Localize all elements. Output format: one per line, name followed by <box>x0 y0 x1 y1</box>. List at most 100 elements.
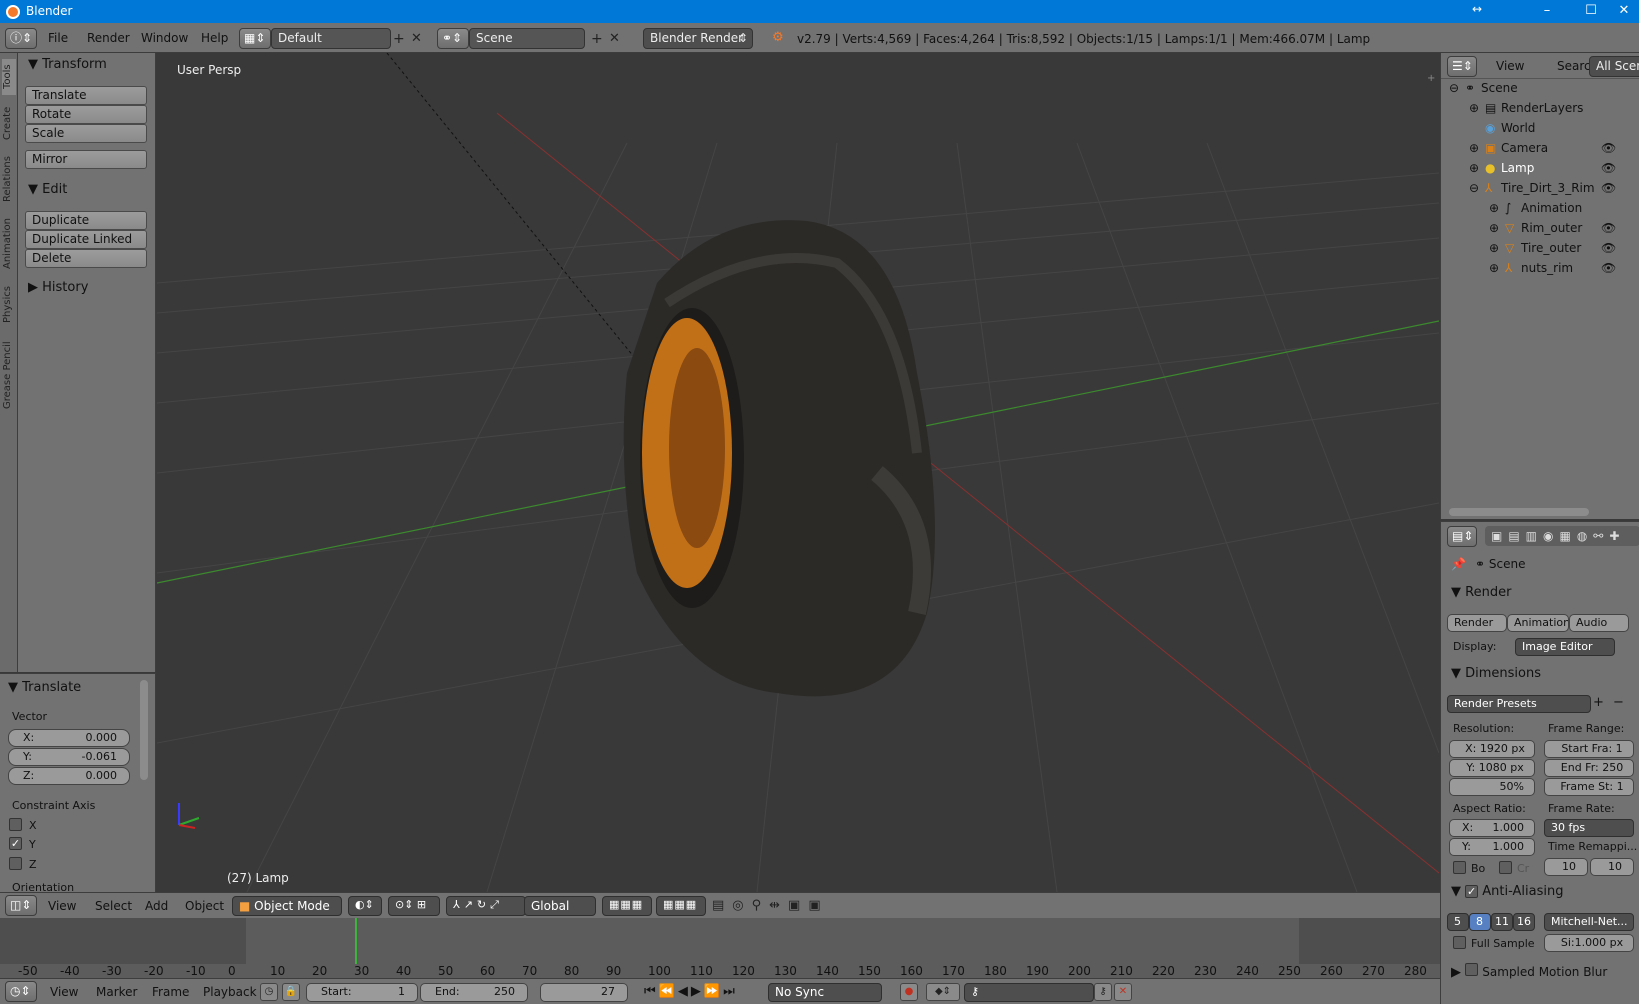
menu-window[interactable]: Window <box>141 31 188 45</box>
current-frame-marker[interactable] <box>355 918 357 964</box>
frame-start-field[interactable]: Start Fra: 1 <box>1544 740 1634 758</box>
view-menu[interactable]: View <box>48 899 76 913</box>
start-frame-field[interactable]: Start: 1 <box>306 983 418 1002</box>
snap-and-render-icons[interactable]: ▤◎⚲⇹▣▣ <box>712 898 829 913</box>
render-presets-select[interactable]: Render Presets <box>1447 695 1591 713</box>
menu-render[interactable]: Render <box>87 31 130 45</box>
vector-x-field[interactable]: X: 0.000 <box>8 729 130 747</box>
operator-panel-header[interactable]: ▼ Translate <box>8 680 81 695</box>
constraint-y-checkbox[interactable]: ✓ <box>9 837 22 850</box>
render-audio-button[interactable]: Audio <box>1569 614 1629 632</box>
tab-create[interactable]: Create <box>2 101 16 145</box>
constraint-x-checkbox[interactable] <box>9 818 22 831</box>
current-frame-field[interactable]: 27 <box>540 983 628 1002</box>
viewport-shading-select[interactable]: ◐⇕ <box>348 896 382 916</box>
transform-panel-header[interactable]: ▼ Transform <box>28 57 107 72</box>
vector-y-field[interactable]: Y: -0.061 <box>8 748 130 766</box>
delete-keyframe-icon[interactable]: ✕ <box>1114 983 1132 1001</box>
outliner-item-scene[interactable]: ⊖ ⚭ Scene <box>1441 81 1639 101</box>
editor-type-3d-icon[interactable]: ◫⇕ <box>5 895 37 916</box>
maximize-button[interactable]: ☐ <box>1571 0 1611 23</box>
aa-samples-11[interactable]: 11 <box>1491 913 1513 931</box>
keying-set-icon[interactable]: ◆⇕ <box>926 983 960 1001</box>
select-menu[interactable]: Select <box>95 899 132 913</box>
end-frame-field[interactable]: End: 250 <box>420 983 528 1002</box>
outliner-item-tire-outer[interactable]: ⊕ ▽ Tire_outer 👁 <box>1441 241 1639 261</box>
operator-scrollbar[interactable] <box>140 680 148 780</box>
editor-type-info-icon[interactable]: ⓘ⇕ <box>5 28 37 49</box>
add-menu[interactable]: Add <box>145 899 168 913</box>
add-preset-icon[interactable]: + <box>1593 695 1604 710</box>
scene-field[interactable]: Scene <box>469 28 585 49</box>
render-still-button[interactable]: Render <box>1447 614 1507 632</box>
remap-old-field[interactable]: 10 <box>1544 858 1588 876</box>
outliner-item-camera[interactable]: ⊕ ▣ Camera 👁 <box>1441 141 1639 161</box>
outliner-item-renderlayers[interactable]: ⊕ ▤ RenderLayers <box>1441 101 1639 121</box>
playback-controls-icons[interactable]: ⏮⏪◀▶⏩⏭ <box>644 984 738 999</box>
add-scene-icon[interactable]: + <box>591 31 603 47</box>
tire-model[interactable] <box>623 220 935 697</box>
screen-layout-field[interactable]: Default <box>271 28 391 49</box>
frame-step-field[interactable]: Frame St: 1 <box>1544 778 1634 796</box>
render-panel-header[interactable]: ▼ Render <box>1451 585 1511 600</box>
minimize-button[interactable]: – <box>1527 0 1567 23</box>
outliner-display-select[interactable]: All Scenes <box>1589 56 1639 77</box>
outliner-item-tire[interactable]: ⊖ ⅄ Tire_Dirt_3_Rim 👁 <box>1441 181 1639 201</box>
tab-relations[interactable]: Relations <box>2 151 16 207</box>
border-checkbox[interactable] <box>1453 861 1466 874</box>
aa-samples-8[interactable]: 8 <box>1469 913 1491 931</box>
resolution-percent-field[interactable]: 50% <box>1449 778 1535 796</box>
scene-icon[interactable]: ⚭⇕ <box>437 28 469 49</box>
marker-menu[interactable]: Marker <box>96 985 137 999</box>
outliner-item-rim-outer[interactable]: ⊕ ▽ Rim_outer 👁 <box>1441 221 1639 241</box>
display-select[interactable]: Image Editor <box>1515 638 1615 656</box>
remove-scene-icon[interactable]: ✕ <box>609 31 620 46</box>
layer-buttons-1[interactable]: ▦▦▦ <box>602 896 652 916</box>
render-animation-button[interactable]: Animation <box>1507 614 1569 632</box>
aa-samples-5[interactable]: 5 <box>1447 913 1469 931</box>
lock-icon[interactable]: 🔒 <box>282 983 300 1001</box>
frame-end-field[interactable]: End Fr: 250 <box>1544 759 1634 777</box>
anti-aliasing-panel-header[interactable]: ▼ ✓ Anti-Aliasing <box>1451 884 1564 899</box>
filter-size-field[interactable]: Si:1.000 px <box>1544 934 1634 952</box>
scale-button[interactable]: Scale <box>25 124 147 143</box>
frame-rate-select[interactable]: 30 fps <box>1544 819 1634 837</box>
remap-new-field[interactable]: 10 <box>1590 858 1634 876</box>
resolution-y-field[interactable]: Y: 1080 px <box>1449 759 1535 777</box>
3d-viewport[interactable]: User Persp (27) Lamp + <box>157 53 1439 892</box>
tab-animation[interactable]: Animation <box>2 213 16 275</box>
rotate-button[interactable]: Rotate <box>25 105 147 124</box>
screen-layout-icon[interactable]: ▦⇕ <box>239 28 271 49</box>
tab-physics[interactable]: Physics <box>2 281 16 329</box>
translate-button[interactable]: Translate <box>25 86 147 105</box>
properties-context-tabs[interactable]: ▣▤▥◉▦◍⚯✚ <box>1485 526 1639 546</box>
crop-checkbox[interactable] <box>1499 861 1512 874</box>
sync-mode-select[interactable]: No Sync <box>768 983 882 1002</box>
eye-icon[interactable]: 👁 <box>1601 221 1616 235</box>
add-layout-icon[interactable]: + <box>393 31 405 47</box>
close-button[interactable]: ✕ <box>1609 0 1639 23</box>
menu-help[interactable]: Help <box>201 31 228 45</box>
remove-preset-icon[interactable]: − <box>1613 695 1624 710</box>
outliner-item-animation[interactable]: ⊕ ∫ Animation <box>1441 201 1639 221</box>
frame-menu[interactable]: Frame <box>152 985 189 999</box>
transform-orientation-select[interactable]: Global <box>524 896 596 916</box>
active-keying-set-field[interactable]: ⚷ <box>964 983 1094 1002</box>
outliner-view-menu[interactable]: View <box>1496 59 1524 73</box>
anti-aliasing-checkbox[interactable]: ✓ <box>1465 885 1479 898</box>
duplicate-button[interactable]: Duplicate <box>25 211 147 230</box>
motion-blur-checkbox[interactable] <box>1465 963 1479 976</box>
record-icon[interactable]: ● <box>900 983 918 1001</box>
pivot-point-select[interactable]: ⊙⇕ ⊞ <box>388 896 440 916</box>
vector-z-field[interactable]: Z: 0.000 <box>8 767 130 785</box>
manipulator-toggles[interactable]: ⅄↗↻⤢ <box>446 896 526 916</box>
motion-blur-panel-header[interactable]: ▶ Sampled Motion Blur <box>1451 963 1607 980</box>
full-sample-checkbox[interactable] <box>1453 936 1466 949</box>
outliner-editor-icon[interactable]: ☰⇕ <box>1447 56 1477 77</box>
tab-tools[interactable]: Tools <box>2 59 16 95</box>
history-panel-header[interactable]: ▶ History <box>28 280 88 295</box>
constraint-z-checkbox[interactable] <box>9 857 22 870</box>
dimensions-panel-header[interactable]: ▼ Dimensions <box>1451 666 1541 681</box>
aspect-y-field[interactable]: Y: 1.000 <box>1449 838 1535 856</box>
edit-panel-header[interactable]: ▼ Edit <box>28 182 67 197</box>
